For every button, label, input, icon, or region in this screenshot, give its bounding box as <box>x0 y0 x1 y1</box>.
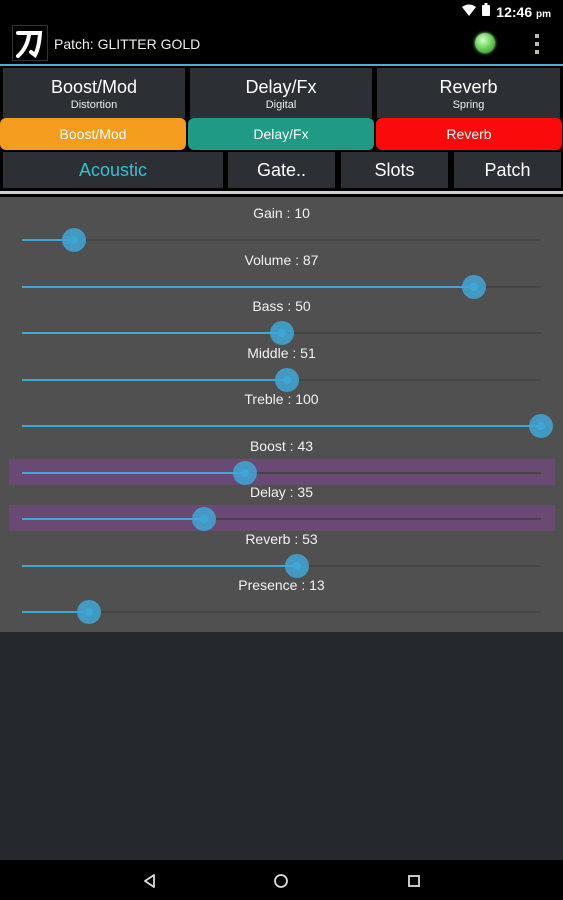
boost-mod-toggle[interactable]: Boost/Mod <box>0 118 186 150</box>
presence-label: Presence : 13 <box>238 577 325 593</box>
slider-thumb[interactable] <box>77 600 102 624</box>
tab-boost-mod[interactable]: Boost/Mod Distortion <box>3 68 185 118</box>
bass-slider-row: Bass : 50 <box>0 294 563 345</box>
katana-logo-icon[interactable] <box>12 25 48 61</box>
reverb-slider[interactable] <box>22 554 541 578</box>
reverb-label: Reverb : 53 <box>245 531 318 547</box>
sub-tabs: Acoustic Gate.. Slots Patch <box>0 152 563 190</box>
volume-label: Volume : 87 <box>244 252 319 268</box>
tab-title: Delay/Fx <box>245 77 317 97</box>
tab-slots[interactable]: Slots <box>341 152 448 188</box>
tab-gate[interactable]: Gate.. <box>228 152 335 188</box>
reverb-toggle[interactable]: Reverb <box>376 118 562 150</box>
gain-label: Gain : 10 <box>253 205 310 221</box>
action-bar: Patch: GLITTER GOLD <box>0 24 563 64</box>
home-icon[interactable] <box>270 870 292 892</box>
clock: 12:46 pm <box>496 4 551 20</box>
volume-slider[interactable] <box>22 275 541 299</box>
volume-slider-row: Volume : 87 <box>0 248 563 299</box>
bass-slider[interactable] <box>22 321 541 345</box>
wifi-icon <box>462 3 477 21</box>
boost-slider-row: Boost : 43 <box>0 434 563 485</box>
treble-slider-row: Treble : 100 <box>0 387 563 438</box>
treble-slider[interactable] <box>22 414 553 438</box>
treble-label: Treble : 100 <box>244 391 319 407</box>
section-divider <box>0 191 563 194</box>
boost-label: Boost : 43 <box>249 438 314 454</box>
presence-slider[interactable] <box>22 600 541 624</box>
delay-fx-toggle[interactable]: Delay/Fx <box>188 118 374 150</box>
tab-subtitle: Digital <box>265 99 297 111</box>
effect-toggle-row: Boost/Mod Delay/Fx Reverb <box>0 118 563 150</box>
tab-delay-fx[interactable]: Delay/Fx Digital <box>190 68 372 118</box>
overflow-menu-icon[interactable] <box>531 32 543 56</box>
tab-acoustic[interactable]: Acoustic <box>3 152 223 188</box>
boost-slider[interactable] <box>22 461 541 485</box>
effect-tabs: Boost/Mod Distortion Delay/Fx Digital Re… <box>0 68 563 118</box>
status-bar: 12:46 pm <box>0 0 563 24</box>
bass-label: Bass : 50 <box>252 298 311 314</box>
middle-slider[interactable] <box>22 368 541 392</box>
tab-subtitle: Spring <box>452 99 485 111</box>
tab-reverb[interactable]: Reverb Spring <box>377 68 560 118</box>
tab-title: Reverb <box>439 77 498 97</box>
tab-title: Boost/Mod <box>50 77 138 97</box>
gain-slider[interactable] <box>22 228 541 252</box>
patch-title: Patch: GLITTER GOLD <box>54 36 201 52</box>
middle-slider-row: Middle : 51 <box>0 341 563 392</box>
delay-slider[interactable] <box>22 507 541 531</box>
presence-slider-row: Presence : 13 <box>0 573 563 624</box>
recents-icon[interactable] <box>403 870 425 892</box>
gain-slider-row: Gain : 10 <box>0 201 563 252</box>
parameter-panel: Gain : 10 Volume : 87 Bass : 50 Middle :… <box>0 197 563 632</box>
header-divider <box>0 64 563 66</box>
back-icon[interactable] <box>139 870 161 892</box>
battery-icon <box>482 3 491 21</box>
middle-label: Middle : 51 <box>247 345 316 361</box>
tab-subtitle: Distortion <box>70 99 118 111</box>
tab-patch[interactable]: Patch <box>454 152 561 188</box>
system-nav-bar <box>0 860 563 900</box>
delay-slider-row: Delay : 35 <box>0 480 563 531</box>
connection-status-icon <box>475 33 495 53</box>
empty-content-area <box>0 632 563 860</box>
delay-label: Delay : 35 <box>249 484 314 500</box>
reverb-slider-row: Reverb : 53 <box>0 527 563 578</box>
